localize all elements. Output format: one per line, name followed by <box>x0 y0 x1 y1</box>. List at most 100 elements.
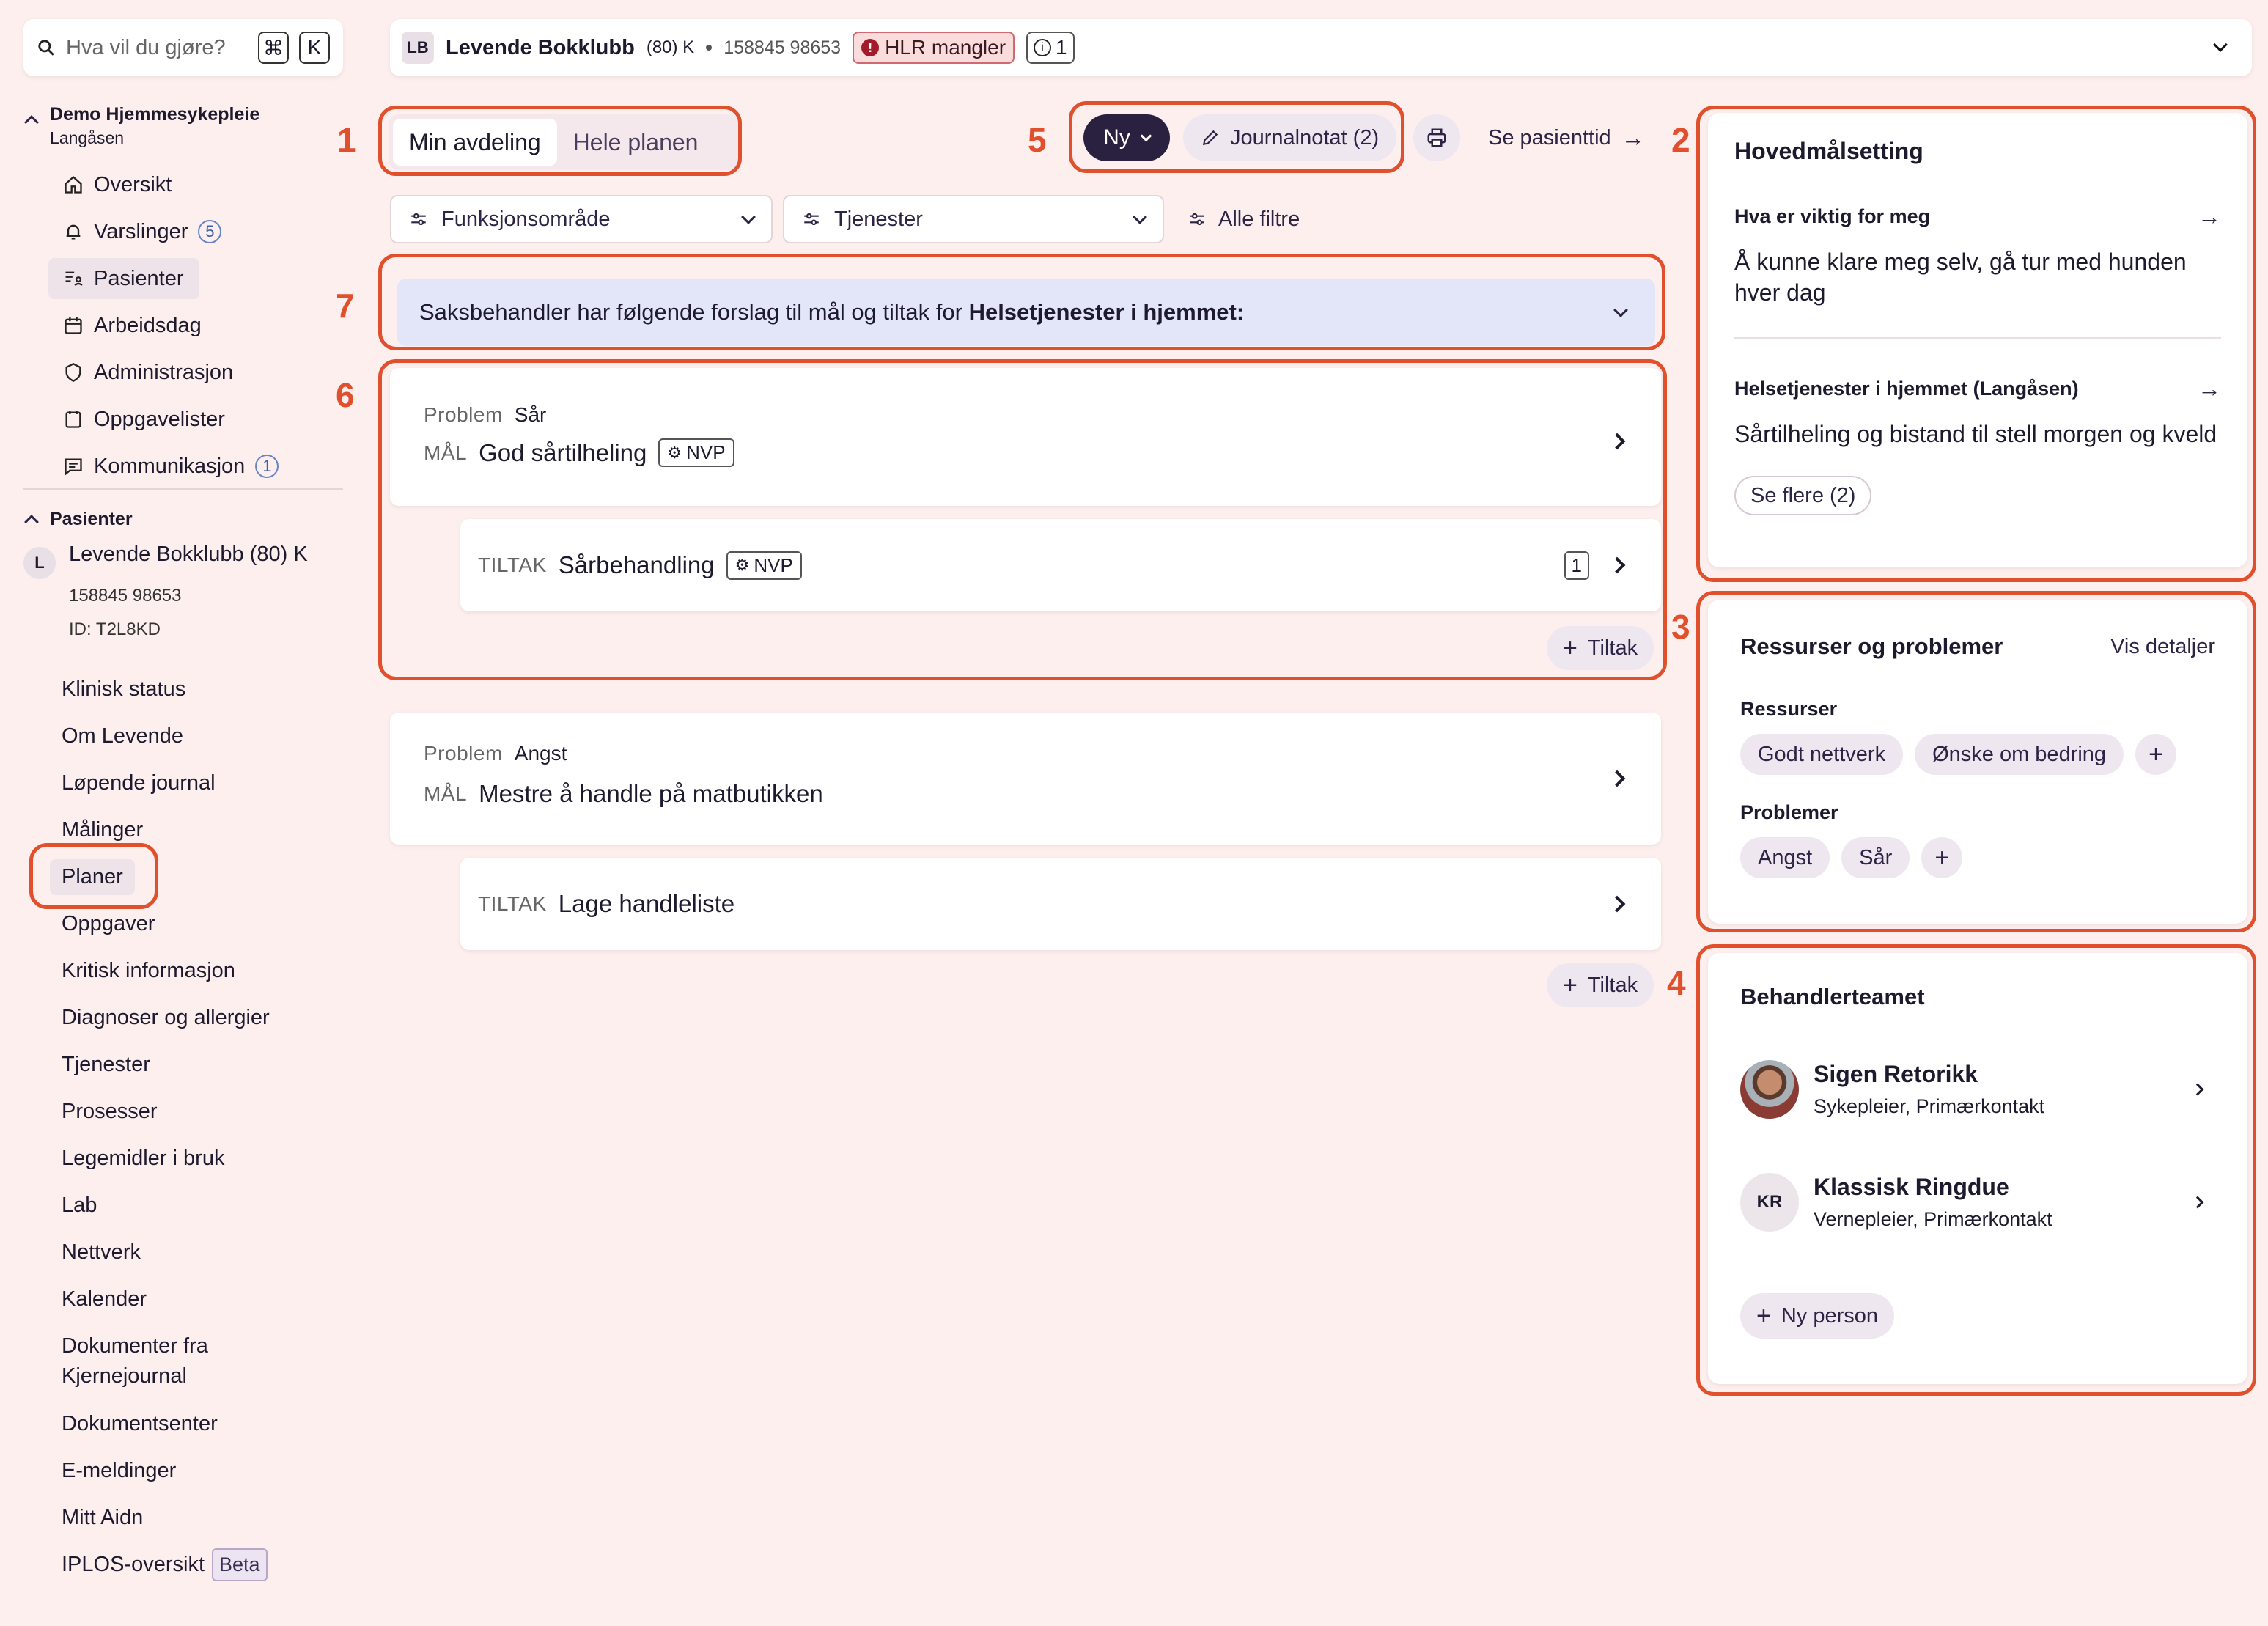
plan-card-measure[interactable]: TILTAK Lage handleliste <box>460 858 1661 950</box>
chevron-down-icon <box>741 210 756 224</box>
menu-label: Arbeidsdag <box>94 313 202 337</box>
header-patient-ssn: 158845 98653 <box>724 37 842 58</box>
chevron-right-icon <box>1608 895 1626 913</box>
filter-label: Funksjonsområde <box>441 207 611 231</box>
patient-nav-item[interactable]: Diagnoser og allergier <box>62 994 340 1041</box>
annotation-number: 4 <box>1667 964 1686 1002</box>
nav-label: Målinger <box>62 817 144 842</box>
command-key: ⌘ <box>258 32 289 64</box>
problem-value: Angst <box>514 742 567 765</box>
nav-label: Dokumenter fra Kjernejournal <box>62 1334 208 1388</box>
main-menu: Oversikt Varslinger 5 Pasienter Arbeidsd… <box>48 161 342 490</box>
count-badge: 1 <box>255 455 279 478</box>
header-patient-name: Levende Bokklubb <box>446 35 635 59</box>
nav-label: Tjenester <box>62 1052 150 1076</box>
goal-label: MÅL <box>424 782 468 805</box>
highlight-box-planer <box>29 843 158 909</box>
beta-badge: Beta <box>212 1548 268 1581</box>
highlight-box-tabs <box>378 106 742 176</box>
add-measure-button[interactable]: + Tiltak <box>1547 963 1654 1007</box>
highlight-box-banner <box>378 254 1665 350</box>
menu-item-administrasjon[interactable]: Administrasjon <box>48 349 342 396</box>
patient-timeline-link[interactable]: Se pasienttid → <box>1488 122 1645 154</box>
org-name: Demo Hjemmesykepleie <box>50 104 260 125</box>
problem-label: Problem <box>424 742 503 765</box>
menu-item-varslinger[interactable]: Varslinger 5 <box>48 208 342 255</box>
info-badge[interactable]: i 1 <box>1026 32 1075 64</box>
annotation-number: 6 <box>336 376 355 414</box>
info-count: 1 <box>1056 36 1067 59</box>
annotation-number: 3 <box>1671 608 1690 646</box>
plan-card-problem[interactable]: Problem Angst MÅL Mestre å handle på mat… <box>390 713 1661 845</box>
menu-item-pasienter[interactable]: Pasienter <box>48 258 199 299</box>
patient-nav-item[interactable]: Kritisk informasjon <box>62 947 340 994</box>
menu-label: Varslinger <box>94 219 188 243</box>
filter-funksjonsomrade[interactable]: Funksjonsområde <box>390 195 773 243</box>
info-icon: i <box>1034 39 1052 56</box>
patient-nav-item[interactable]: Legemidler i bruk <box>62 1135 340 1182</box>
section-title: Pasienter <box>50 509 133 529</box>
search-placeholder: Hva vil du gjøre? <box>66 35 226 59</box>
menu-item-arbeidsdag[interactable]: Arbeidsdag <box>48 302 342 349</box>
goal-value: Mestre å handle på matbutikken <box>479 780 823 807</box>
hlr-label: HLR mangler <box>885 36 1006 59</box>
patient-nav-item[interactable]: Klinisk status <box>62 666 340 713</box>
hlr-badge[interactable]: ! HLR mangler <box>853 32 1015 64</box>
menu-label: Oppgavelister <box>94 407 225 431</box>
patient-nav-item[interactable]: Dokumenter fra Kjernejournal <box>62 1322 340 1400</box>
nav-label: Nettverk <box>62 1240 141 1264</box>
search-icon <box>38 40 54 56</box>
patient-avatar: L <box>23 547 56 579</box>
org-sub: Langåsen <box>50 128 125 147</box>
patient-header-bar[interactable]: LB Levende Bokklubb (80) K 158845 98653 … <box>390 19 2252 76</box>
patients-icon <box>65 271 83 287</box>
chevron-down-icon[interactable] <box>2213 37 2228 52</box>
calendar-icon <box>65 317 82 334</box>
print-button[interactable] <box>1413 114 1460 161</box>
nav-label: Prosesser <box>62 1099 158 1123</box>
menu-label: Administrasjon <box>94 360 234 384</box>
patient-nav-item[interactable]: Nettverk <box>62 1229 340 1276</box>
sliders-icon <box>411 213 426 226</box>
patient-nav-item[interactable]: Tjenester <box>62 1041 340 1088</box>
measure-value: Lage handleliste <box>558 890 735 917</box>
add-label: Tiltak <box>1587 973 1638 997</box>
patient-nav-item[interactable]: Prosesser <box>62 1088 340 1135</box>
count-badge: 5 <box>198 220 222 243</box>
all-filters-button[interactable]: Alle filtre <box>1188 202 1300 236</box>
sliders-icon <box>1190 213 1204 226</box>
patient-entry[interactable]: L Levende Bokklubb (80) K 158845 98653 I… <box>23 542 308 640</box>
menu-label: Oversikt <box>94 172 172 196</box>
patient-nav-item[interactable]: Dokumentsenter <box>62 1400 340 1447</box>
patient-nav-item[interactable]: IPLOS-oversikt Beta <box>62 1541 340 1588</box>
patient-nav-item[interactable]: Kalender <box>62 1276 340 1322</box>
tasklist-icon <box>65 411 81 428</box>
chevron-down-icon <box>1133 210 1147 224</box>
nav-label: IPLOS-oversikt <box>62 1552 205 1576</box>
menu-item-oversikt[interactable]: Oversikt <box>48 161 342 208</box>
alert-icon: ! <box>861 39 880 56</box>
highlight-box-plan <box>378 359 1667 680</box>
nav-label: Lab <box>62 1193 97 1217</box>
patient-nav: Klinisk status Om Levende Løpende journal M… <box>50 666 340 1588</box>
collapse-icon <box>24 115 39 130</box>
annotation-number: 5 <box>1028 121 1047 159</box>
search-box[interactable]: Hva vil du gjøre? ⌘ K <box>23 19 343 76</box>
nav-label: Legemidler i bruk <box>62 1146 225 1170</box>
filter-tjenester[interactable]: Tjenester <box>783 195 1164 243</box>
org-header[interactable]: Demo Hjemmesykepleie Langåsen <box>24 104 260 148</box>
patient-nav-item[interactable]: E-meldinger <box>62 1447 340 1494</box>
patient-nav-item[interactable]: Mitt Aidn <box>62 1494 340 1541</box>
nav-label: Mitt Aidn <box>62 1505 144 1529</box>
annotation-number: 7 <box>336 287 355 325</box>
home-icon <box>65 175 82 194</box>
patients-section-header[interactable]: Pasienter <box>24 509 133 530</box>
menu-item-kommunikasjon[interactable]: Kommunikasjon 1 <box>48 443 342 490</box>
patient-nav-item[interactable]: Lab <box>62 1182 340 1229</box>
menu-item-oppgavelister[interactable]: Oppgavelister <box>48 396 342 443</box>
highlight-box-actions <box>1069 101 1404 173</box>
patient-nav-item[interactable]: Løpende journal <box>62 759 340 806</box>
patient-nav-item[interactable]: Om Levende <box>62 713 340 759</box>
highlight-box-resources <box>1696 591 2256 932</box>
patient-initials: LB <box>402 32 434 64</box>
